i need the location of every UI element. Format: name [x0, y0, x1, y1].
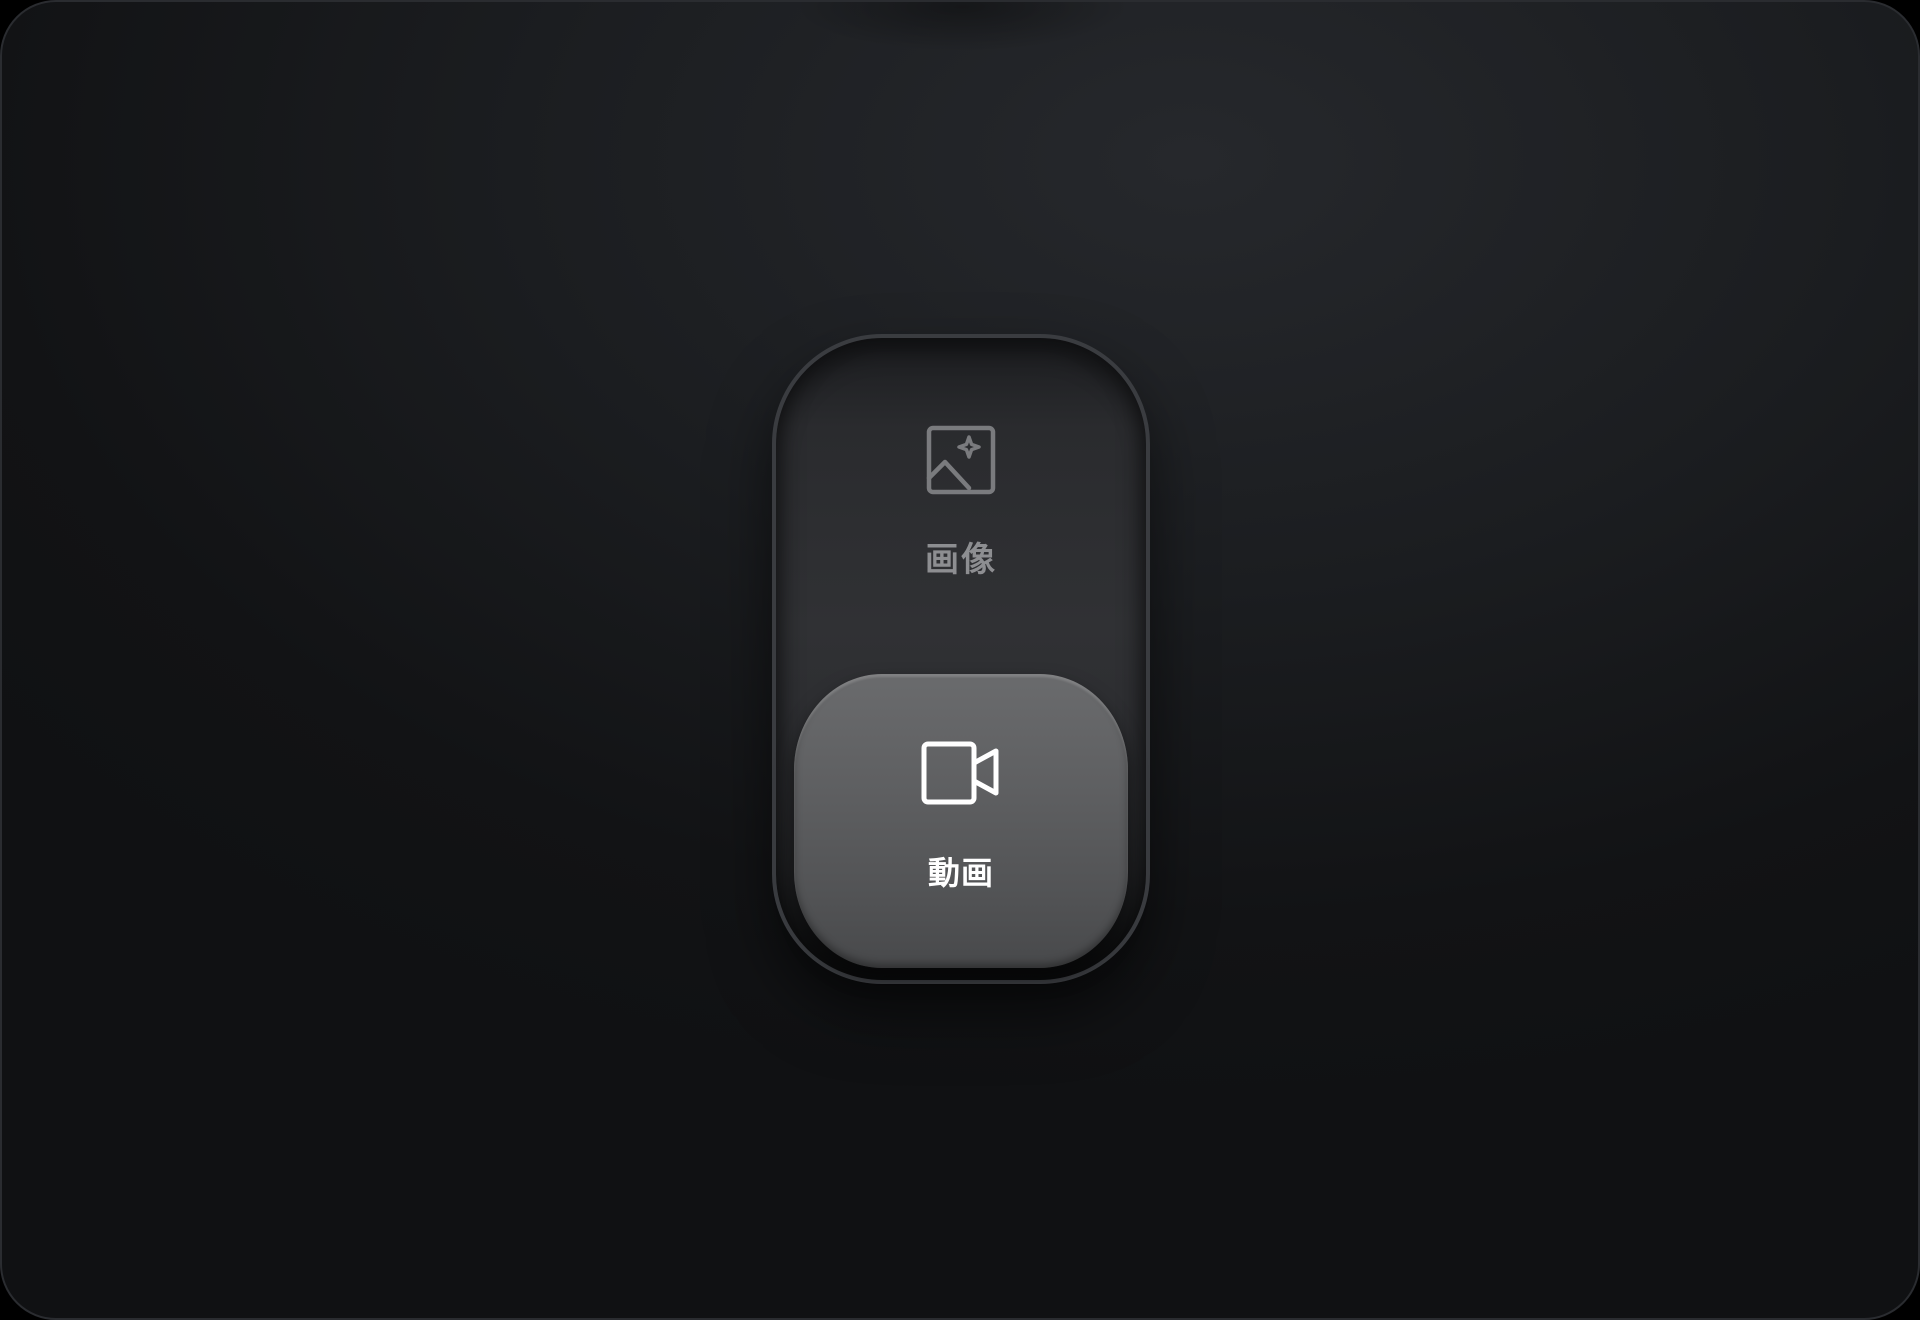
video-option-label: 動画: [927, 854, 994, 892]
video-option-button[interactable]: 動画: [794, 674, 1128, 968]
frame-top-shadow: [792, 2, 1132, 52]
media-type-switcher[interactable]: 画像 動画: [772, 334, 1150, 984]
app-frame: 画像 動画: [0, 0, 1920, 1320]
image-sparkle-icon: [926, 425, 996, 495]
image-option-button[interactable]: 画像: [794, 380, 1128, 676]
image-option-label: 画像: [925, 540, 997, 580]
video-camera-icon: [921, 741, 999, 805]
